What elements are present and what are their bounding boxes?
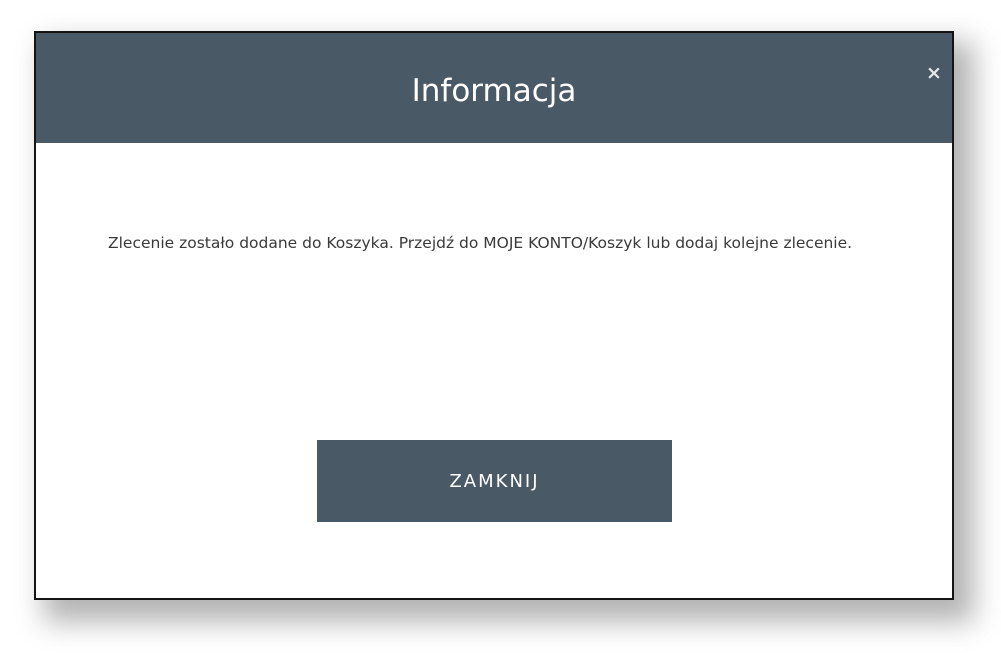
dialog-message: Zlecenie zostało dodane do Koszyka. Prze… xyxy=(108,234,853,252)
dialog-header: Informacja × xyxy=(36,33,952,143)
dialog-title: Informacja xyxy=(411,73,577,109)
close-button[interactable]: ZAMKNIJ xyxy=(317,440,672,522)
information-dialog: Informacja × Zlecenie zostało dodane do … xyxy=(34,31,954,600)
close-icon[interactable]: × xyxy=(924,63,944,83)
